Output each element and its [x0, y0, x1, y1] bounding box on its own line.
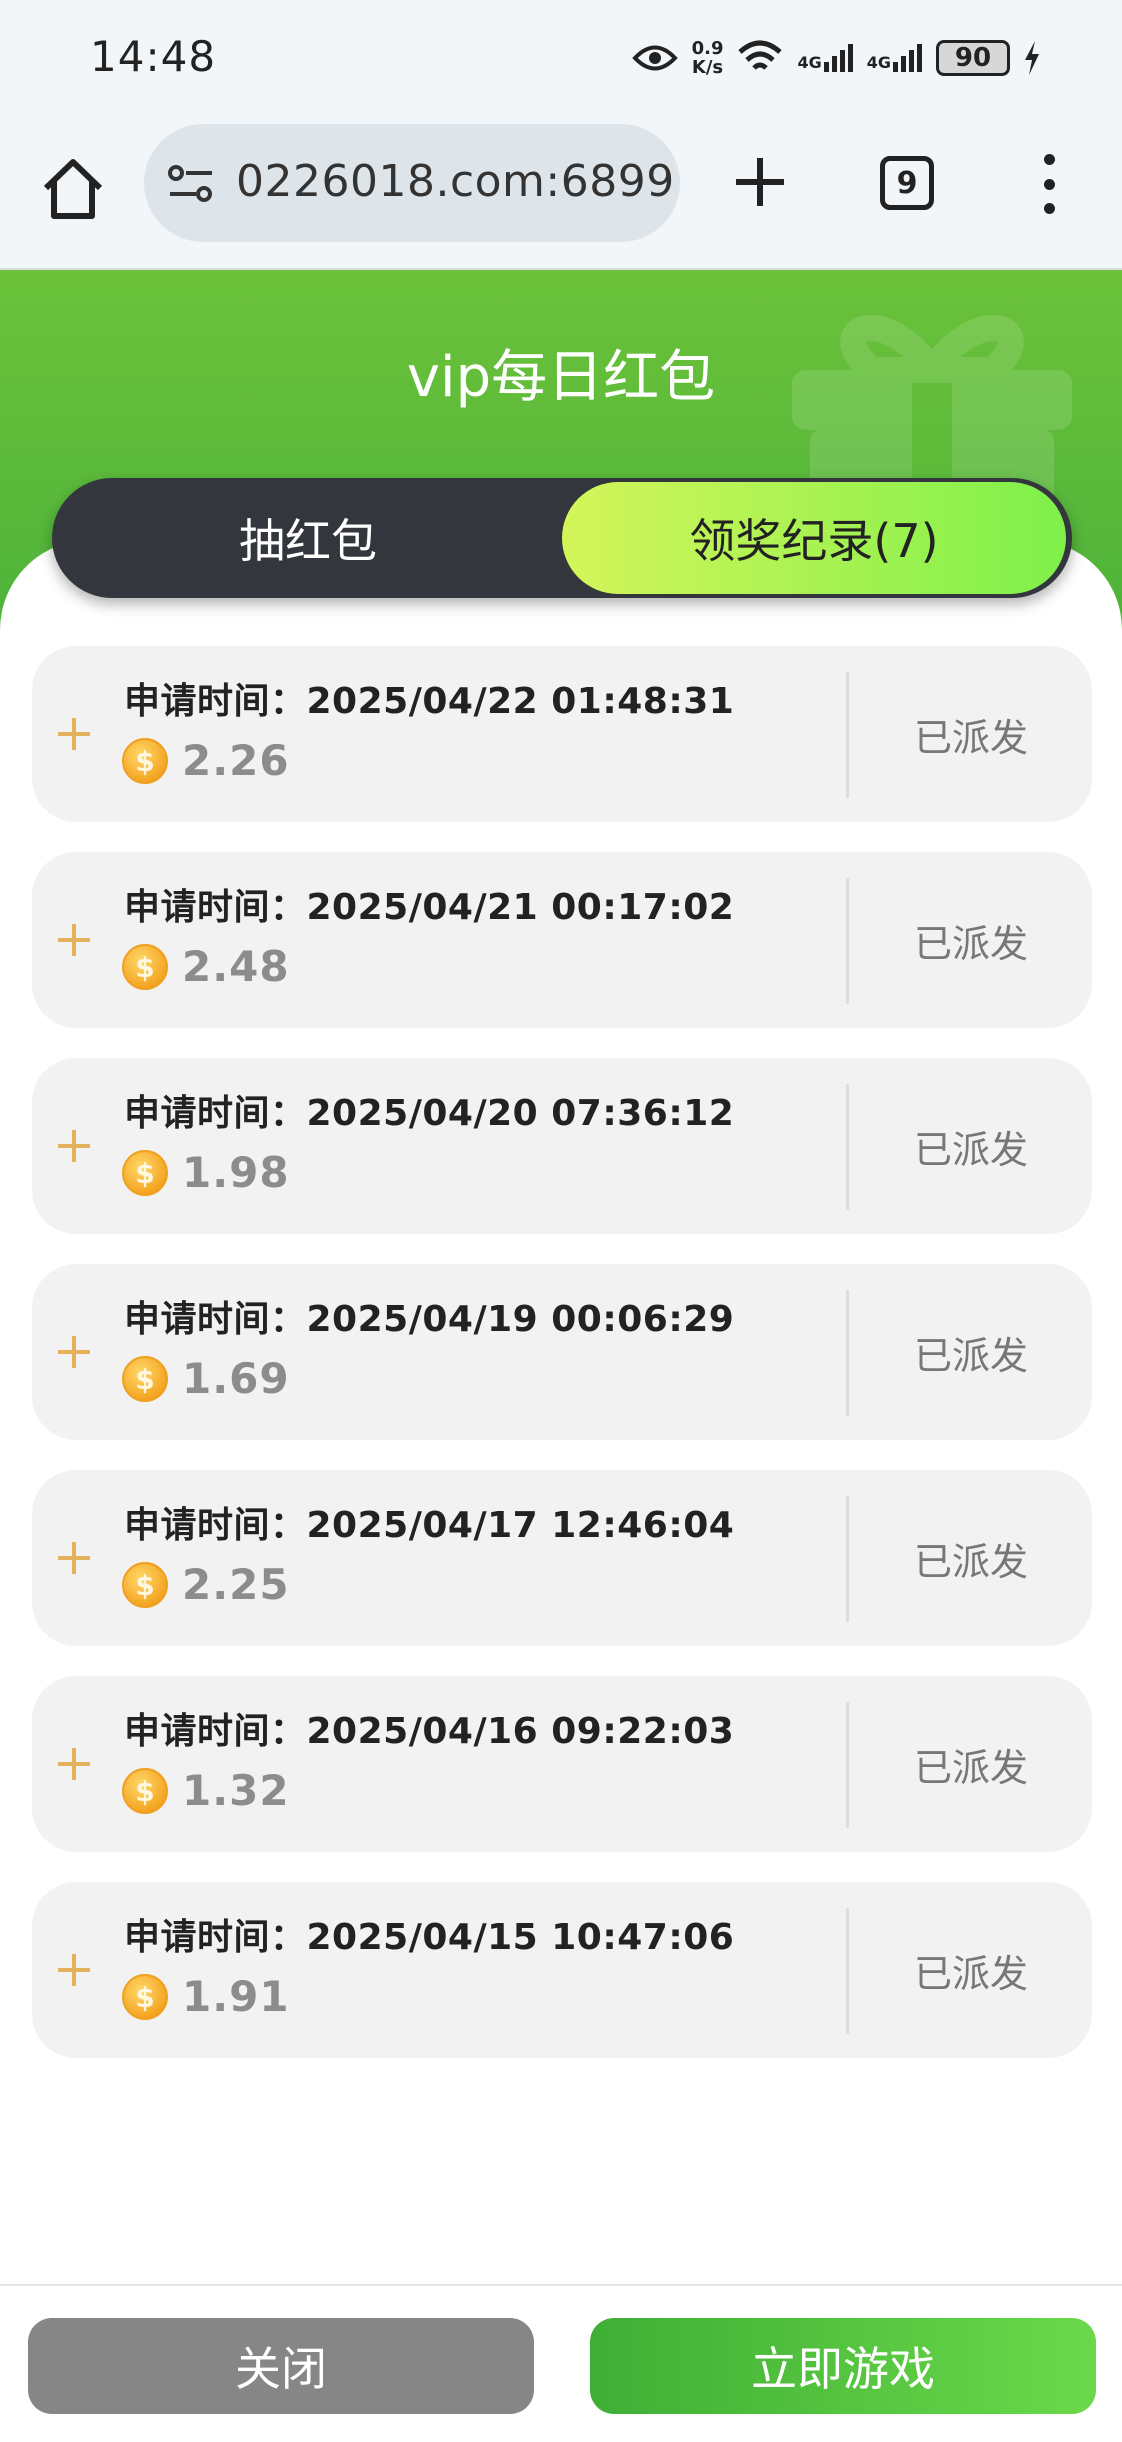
bottom-action-bar: 关闭 立即游戏 [0, 2284, 1122, 2442]
record-apply-time: 申请时间：2025/04/17 12:46:04 [124, 1505, 735, 1546]
record-divider [846, 1702, 849, 1828]
new-tab-icon[interactable] [728, 150, 792, 214]
status-time: 14:48 [90, 32, 217, 81]
record-amount: 1.32 [182, 1766, 290, 1815]
dollar-coin-icon: $ [122, 1562, 168, 1608]
tab-draw-red-packet[interactable]: 抽红包 [58, 482, 558, 594]
record-item[interactable]: 申请时间：2025/04/19 00:06:29 $1.69 已派发 [32, 1264, 1092, 1440]
home-icon[interactable] [38, 154, 108, 224]
record-amount: 1.69 [182, 1354, 290, 1403]
tab-bar: 抽红包 领奖纪录(7) [52, 478, 1072, 598]
record-apply-time: 申请时间：2025/04/22 01:48:31 [124, 681, 735, 722]
record-status: 已派发 [913, 1951, 1028, 1996]
tab-switcher-button[interactable]: 9 [880, 156, 934, 210]
record-apply-time: 申请时间：2025/04/15 10:47:06 [124, 1917, 735, 1958]
record-apply-time: 申请时间：2025/04/16 09:22:03 [124, 1711, 735, 1752]
play-now-button[interactable]: 立即游戏 [590, 2318, 1096, 2414]
record-divider [846, 1084, 849, 1210]
record-item[interactable]: 申请时间：2025/04/21 00:17:02 $2.48 已派发 [32, 852, 1092, 1028]
record-apply-time: 申请时间：2025/04/19 00:06:29 [124, 1299, 735, 1340]
record-divider [846, 878, 849, 1004]
record-list: 申请时间：2025/04/22 01:48:31 $2.26 已派发 申请时间：202… [32, 646, 1092, 2088]
record-item[interactable]: 申请时间：2025/04/20 07:36:12 $1.98 已派发 [32, 1058, 1092, 1234]
record-status: 已派发 [913, 715, 1028, 760]
plus-icon[interactable] [54, 1950, 94, 1990]
battery-indicator: 90 [936, 40, 1010, 76]
record-amount: 2.25 [182, 1560, 290, 1609]
record-status: 已派发 [913, 1333, 1028, 1378]
record-item[interactable]: 申请时间：2025/04/17 12:46:04 $2.25 已派发 [32, 1470, 1092, 1646]
record-item[interactable]: 申请时间：2025/04/15 10:47:06 $1.91 已派发 [32, 1882, 1092, 2058]
more-menu-icon[interactable] [1036, 154, 1062, 214]
record-item[interactable]: 申请时间：2025/04/16 09:22:03 $1.32 已派发 [32, 1676, 1092, 1852]
record-divider [846, 1290, 849, 1416]
record-apply-time: 申请时间：2025/04/20 07:36:12 [124, 1093, 735, 1134]
record-amount: 1.91 [182, 1972, 290, 2021]
record-amount: 2.26 [182, 736, 290, 785]
site-settings-icon[interactable] [166, 164, 216, 204]
signal-bars-icon [823, 44, 853, 72]
dollar-coin-icon: $ [122, 1974, 168, 2020]
signal-bars-icon [893, 44, 922, 72]
net-speed: 0.9 K/s [691, 38, 724, 78]
status-icons: 0.9 K/s 4G 4G 90 [631, 28, 1040, 88]
status-bar: 14:48 0.9 K/s 4G 4G 90 [0, 0, 1122, 120]
tab-reward-records[interactable]: 领奖纪录(7) [562, 482, 1066, 594]
url-text[interactable]: 0226018.com:6899 [236, 156, 675, 207]
dollar-coin-icon: $ [122, 944, 168, 990]
dollar-coin-icon: $ [122, 738, 168, 784]
dollar-coin-icon: $ [122, 1768, 168, 1814]
record-item[interactable]: 申请时间：2025/04/22 01:48:31 $2.26 已派发 [32, 646, 1092, 822]
record-status: 已派发 [913, 1127, 1028, 1172]
record-status: 已派发 [913, 921, 1028, 966]
plus-icon[interactable] [54, 1126, 94, 1166]
address-bar[interactable]: 0226018.com:6899 [144, 124, 680, 242]
dollar-coin-icon: $ [122, 1356, 168, 1402]
record-status: 已派发 [913, 1745, 1028, 1790]
record-divider [846, 1908, 849, 2034]
plus-icon[interactable] [54, 1744, 94, 1784]
eye-icon [631, 45, 678, 71]
charging-icon [1025, 41, 1039, 75]
close-button[interactable]: 关闭 [28, 2318, 534, 2414]
browser-toolbar: 0226018.com:6899 9 [0, 120, 1122, 270]
cellular-signal-1: 4G [797, 44, 853, 72]
page-title: vip每日红包 [406, 345, 716, 410]
plus-icon[interactable] [54, 714, 94, 754]
record-status: 已派发 [913, 1539, 1028, 1584]
plus-icon[interactable] [54, 920, 94, 960]
cellular-signal-2: 4G [867, 44, 922, 72]
record-apply-time: 申请时间：2025/04/21 00:17:02 [124, 887, 735, 928]
record-amount: 1.98 [182, 1148, 290, 1197]
wifi-icon [738, 40, 783, 70]
dollar-coin-icon: $ [122, 1150, 168, 1196]
plus-icon[interactable] [54, 1332, 94, 1372]
record-amount: 2.48 [182, 942, 290, 991]
record-divider [846, 672, 849, 798]
record-divider [846, 1496, 849, 1622]
plus-icon[interactable] [54, 1538, 94, 1578]
